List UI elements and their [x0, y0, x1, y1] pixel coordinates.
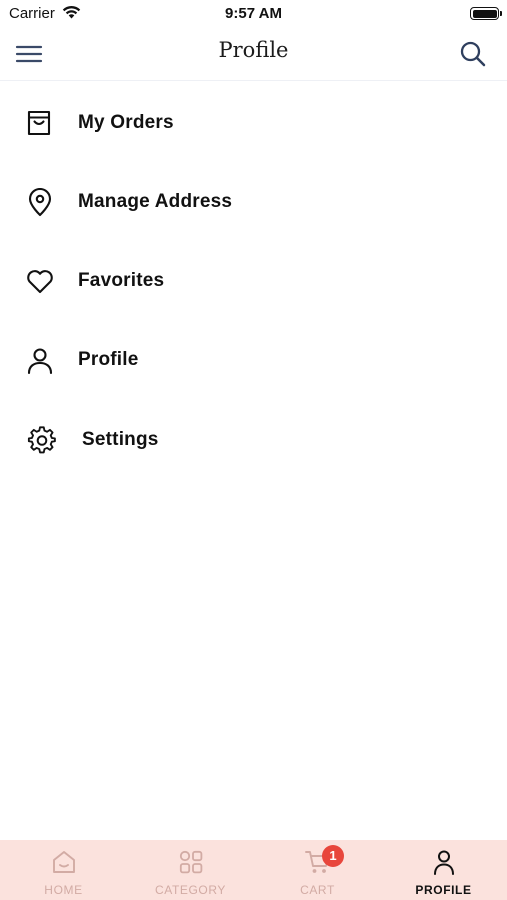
hamburger-menu-icon[interactable] — [15, 40, 43, 68]
gear-icon — [27, 426, 56, 454]
tab-label: CART — [300, 883, 335, 897]
menu-item-label: My Orders — [78, 112, 174, 133]
cart-count-badge: 1 — [322, 845, 344, 867]
tab-cart[interactable]: CART — [254, 840, 381, 900]
grid-icon — [179, 850, 202, 874]
battery-icon — [470, 7, 502, 20]
page-title: Profile — [218, 38, 289, 62]
status-bar: Carrier 9:57 AM — [0, 0, 507, 28]
tab-home[interactable]: HOME — [0, 840, 127, 900]
home-icon — [52, 851, 75, 873]
clock-label: 9:57 AM — [225, 5, 282, 22]
menu-item-profile[interactable]: Profile — [0, 332, 507, 392]
menu-item-my-orders[interactable]: My Orders — [0, 95, 507, 155]
menu-item-settings[interactable]: Settings — [0, 412, 507, 472]
menu-item-favorites[interactable]: Favorites — [0, 253, 507, 313]
location-pin-icon — [28, 188, 52, 217]
bottom-tab-bar: HOME CATEGORY CART PROFILE — [0, 840, 507, 900]
tab-label: CATEGORY — [154, 883, 227, 897]
menu-item-label: Settings — [82, 429, 159, 450]
menu-item-label: Profile — [78, 349, 139, 370]
menu-item-manage-address[interactable]: Manage Address — [0, 174, 507, 234]
shopping-bag-icon — [27, 110, 51, 136]
navigation-header: Profile — [0, 28, 507, 81]
person-icon — [27, 348, 53, 375]
tab-label: PROFILE — [415, 883, 472, 897]
person-icon — [433, 850, 454, 875]
heart-icon — [27, 270, 53, 294]
tab-category[interactable]: CATEGORY — [127, 840, 254, 900]
tab-label: HOME — [44, 883, 83, 897]
menu-item-label: Favorites — [78, 270, 165, 291]
menu-item-label: Manage Address — [78, 191, 233, 212]
tab-profile[interactable]: PROFILE — [380, 840, 507, 900]
search-icon[interactable] — [458, 39, 488, 69]
